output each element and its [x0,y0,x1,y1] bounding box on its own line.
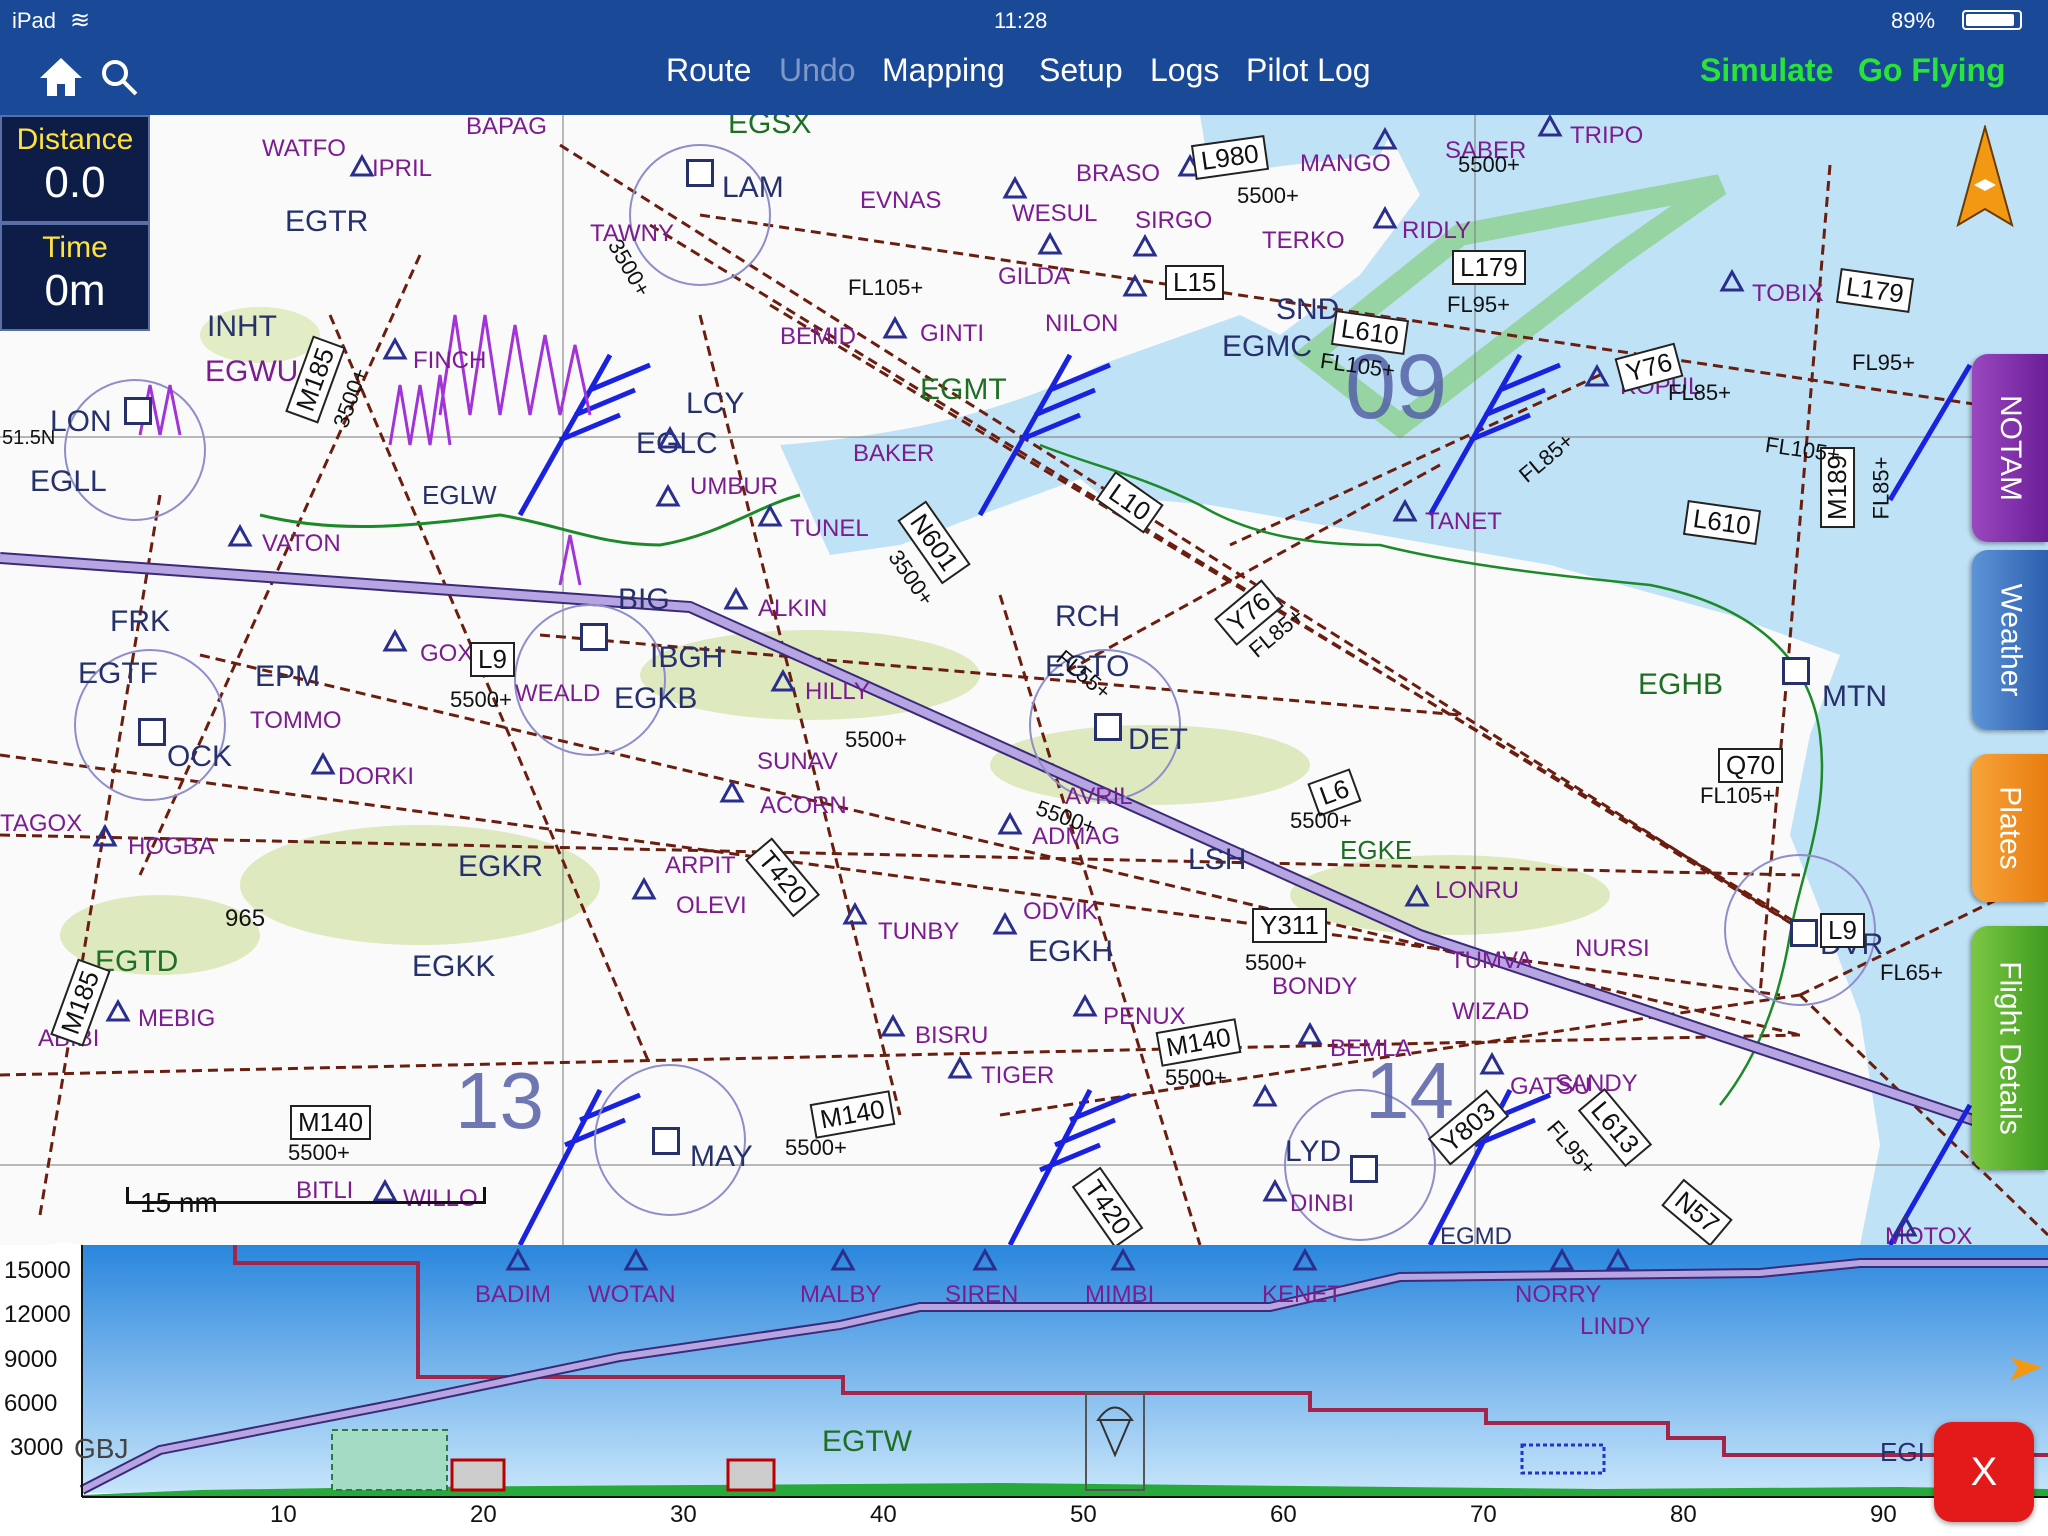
airway-label[interactable]: Q70 [1718,748,1784,783]
altitude-tick: 12000 [4,1301,71,1328]
distance-tick: 30 [670,1501,697,1528]
tab-weather[interactable]: Weather [1972,550,2048,730]
airway-label[interactable]: L9 [470,642,515,677]
distance-tick: 60 [1270,1501,1297,1528]
altitude-label: 5500+ [288,1140,350,1165]
chart-map[interactable]: Distance 0.0 Time 0m 09 13 14 51.5N 965 … [0,115,2048,1245]
airway-label[interactable]: L179 [1452,250,1526,285]
airway-label[interactable]: M140 [290,1105,372,1140]
distance-tick: 80 [1670,1501,1697,1528]
profile-waypoint[interactable]: LINDY [1580,1313,1651,1341]
airway-label[interactable]: L15 [1165,265,1225,300]
close-profile-button[interactable]: X [1934,1422,2034,1522]
search-icon[interactable] [100,58,140,98]
setup-button[interactable]: Setup [1039,52,1123,89]
device-name: iPad [12,8,57,33]
mapping-button[interactable]: Mapping [882,52,1005,89]
altitude-label: 5500+ [785,1135,847,1160]
go-flying-button[interactable]: Go Flying [1858,52,2006,89]
altitude-label: FL95+ [1447,292,1510,317]
altitude-label: FL105+ [1700,783,1776,808]
logs-button[interactable]: Logs [1150,52,1219,89]
altitude-label: 5500+ [1245,950,1307,975]
simulate-button[interactable]: Simulate [1700,52,1833,89]
undo-button[interactable]: Undo [779,52,856,89]
altitude-tick: 6000 [4,1390,58,1417]
distance-tick: 90 [1870,1501,1897,1528]
battery-icon [1962,10,2022,30]
altitude-label: 5500+ [845,727,907,752]
profile-waypoint[interactable]: KENET [1262,1281,1342,1309]
clock: 11:28 [994,8,1048,33]
profile-waypoint[interactable]: SIREN [945,1281,1018,1309]
waypoint-markers [92,115,1918,1237]
distance-tick: 70 [1470,1501,1497,1528]
profile-airfield-label: GBJ [74,1433,129,1464]
distance-tick: 20 [470,1501,497,1528]
route-button[interactable]: Route [666,52,751,89]
top-toolbar: Route Undo Mapping Setup Logs Pilot Log … [0,40,2048,115]
vertical-profile[interactable]: 15000 12000 9000 6000 3000 10 20 30 40 5… [0,1245,2048,1536]
altitude-tick: 3000 [10,1434,64,1461]
scale-bar-label: 15 nm [140,1187,218,1218]
profile-waypoint[interactable]: BADIM [475,1281,551,1309]
altitude-label: 5500+ [450,687,512,712]
home-icon[interactable] [38,56,84,98]
profile-graph [0,1245,2048,1536]
altitude-label: FL105+ [848,275,924,300]
altitude-label: FL85+ [1868,456,1894,520]
tab-plates[interactable]: Plates [1972,754,2048,902]
profile-waypoint[interactable]: MALBY [800,1281,881,1309]
distance-tick: 40 [870,1501,897,1528]
tab-flight-details[interactable]: Flight Details [1972,926,2048,1170]
profile-waypoint[interactable]: MIMBI [1085,1281,1154,1309]
altitude-label: 5500+ [1290,808,1352,833]
altitude-tick: 15000 [4,1257,71,1284]
battery-percent: 89% [1891,8,1936,33]
profile-waypoint[interactable]: NORRY [1515,1281,1601,1309]
altitude-label: FL95+ [1852,350,1915,375]
airway-label[interactable]: L9 [1820,913,1865,948]
profile-airfield-label: EGI [1880,1437,1925,1467]
altitude-label: FL65+ [1880,960,1943,985]
altitude-tick: 9000 [4,1346,58,1373]
altitude-label: 5500+ [1237,183,1299,208]
pilot-log-button[interactable]: Pilot Log [1246,52,1371,89]
distance-tick: 50 [1070,1501,1097,1528]
wifi-icon: ≋ [70,7,91,34]
altitude-label: 5500+ [1165,1065,1227,1090]
airway-label[interactable]: Y311 [1252,908,1327,943]
altitude-label: FL85+ [1668,380,1731,405]
status-bar: iPad ≋ 11:28 89% [0,0,2048,40]
distance-tick: 10 [270,1501,297,1528]
profile-airfield-label: EGTW [822,1425,912,1458]
profile-waypoint[interactable]: WOTAN [588,1281,676,1309]
altitude-label: 5500+ [1458,152,1520,177]
tab-notam[interactable]: NOTAM [1972,354,2048,542]
